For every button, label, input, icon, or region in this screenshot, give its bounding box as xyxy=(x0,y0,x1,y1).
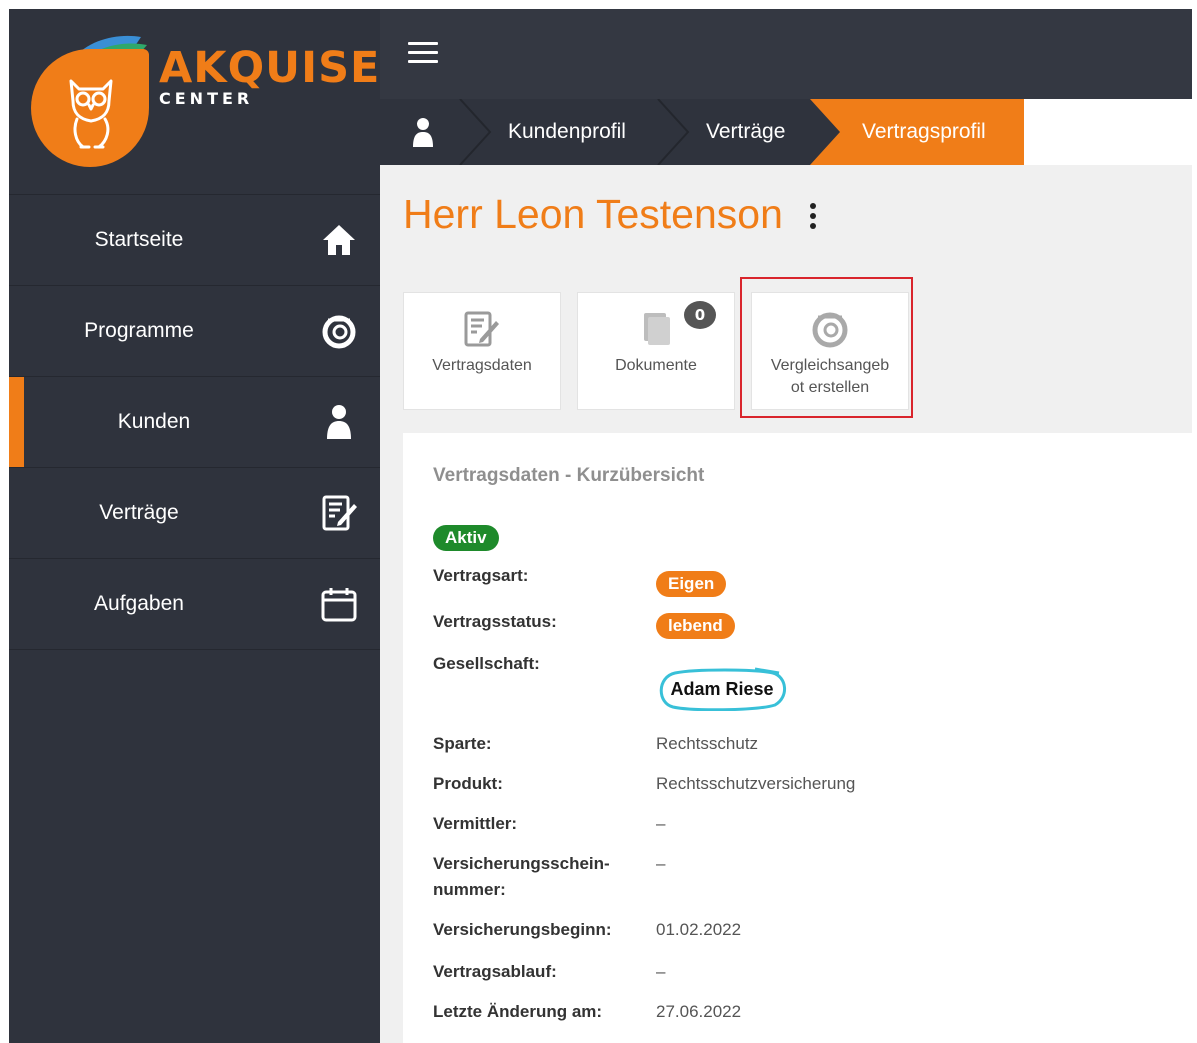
contract-edit-icon xyxy=(322,495,357,531)
sidebar-item-aufgaben[interactable]: Aufgaben xyxy=(9,559,380,650)
field-value-letzte-aenderung: 27.06.2022 xyxy=(656,1002,742,1021)
tile-label: Vertragsdaten xyxy=(432,357,532,374)
company-name: Adam Riese xyxy=(670,679,774,699)
more-options-icon[interactable] xyxy=(808,203,818,233)
app-window: AKQUISE CENTER Startseite Programme Kund… xyxy=(9,9,1192,1043)
field-label-versicherungsbeginn: Versicherungsbeginn: xyxy=(433,920,612,939)
sidebar-item-startseite[interactable]: Startseite xyxy=(9,195,380,286)
home-icon xyxy=(323,225,355,255)
field-label-versicherungsschein: Versicherungsschein- xyxy=(433,854,610,873)
status-badge: Aktiv xyxy=(433,525,499,551)
sidebar-item-label: Startseite xyxy=(94,228,184,251)
field-label-produkt: Produkt: xyxy=(433,774,503,793)
field-label-vertragsablauf: Vertragsablauf: xyxy=(433,962,557,981)
breadcrumb-separator-icon xyxy=(459,99,492,165)
brand-sub: CENTER xyxy=(159,89,254,108)
tile-label: Dokumente xyxy=(615,357,697,374)
sidebar-item-vertraege[interactable]: Verträge xyxy=(9,468,380,559)
active-indicator xyxy=(9,377,24,467)
field-value-sparte: Rechtsschutz xyxy=(656,734,759,753)
document-count-badge: 0 xyxy=(684,301,716,329)
vertragsart-badge: Eigen xyxy=(656,571,727,597)
sidebar-item-programme[interactable]: Programme xyxy=(9,286,380,377)
field-value-produkt: Rechtsschutzversicherung xyxy=(656,774,856,793)
company-logo: Adam Riese xyxy=(655,667,789,711)
breadcrumb-vertraege[interactable]: Verträge xyxy=(706,99,785,165)
contract-edit-icon xyxy=(464,311,499,347)
panel-title: Vertragsdaten - Kurzübersicht xyxy=(433,465,705,486)
field-label-vermittler: Vermittler: xyxy=(433,814,518,833)
sidebar-item-kunden[interactable]: Kunden xyxy=(9,377,380,468)
breadcrumb-kundenprofil[interactable]: Kundenprofil xyxy=(508,99,626,165)
field-value-versicherungsbeginn: 01.02.2022 xyxy=(656,920,742,939)
tile-dokumente[interactable]: 0 Dokumente xyxy=(577,292,735,410)
breadcrumb: Kundenprofil Verträge Vertragsprofil xyxy=(380,99,1192,165)
tile-vergleichsangebot-erstellen[interactable]: Vergleichsangeb ot erstellen xyxy=(751,292,909,410)
field-label-versicherungsschein-cont: nummer: xyxy=(433,880,506,899)
field-label-gesellschaft: Gesellschaft: xyxy=(433,654,540,673)
sidebar: AKQUISE CENTER Startseite Programme Kund… xyxy=(9,9,380,1043)
sidebar-item-label: Verträge xyxy=(99,501,179,524)
breadcrumb-vertragsprofil[interactable]: Vertragsprofil xyxy=(862,99,986,165)
vertragsstatus-badge: lebend xyxy=(656,613,735,639)
documents-icon xyxy=(644,313,670,345)
field-value-vermittler: – xyxy=(656,814,666,833)
ring-icon xyxy=(812,312,848,348)
user-icon[interactable] xyxy=(412,117,434,147)
user-icon xyxy=(327,405,351,439)
owl-icon xyxy=(69,79,113,149)
field-value-vertragsablauf: – xyxy=(656,962,666,981)
ring-icon xyxy=(322,315,356,349)
contract-summary-panel: Vertragsdaten - Kurzübersicht Aktiv Vert… xyxy=(403,433,1192,1043)
field-label-vertragsstatus: Vertragsstatus: xyxy=(433,612,557,631)
breadcrumb-separator-icon xyxy=(657,99,690,165)
field-label-sparte: Sparte: xyxy=(433,734,492,753)
sidebar-item-label: Kunden xyxy=(117,410,191,433)
calendar-icon xyxy=(321,588,357,622)
sidebar-item-label: Aufgaben xyxy=(94,592,184,615)
tile-vertragsdaten[interactable]: Vertragsdaten xyxy=(403,292,561,410)
menu-toggle-icon[interactable] xyxy=(408,42,438,66)
field-label-letzte-aenderung: Letzte Änderung am: xyxy=(433,1002,603,1021)
logo[interactable]: AKQUISE CENTER xyxy=(9,9,380,195)
brand-name: AKQUISE xyxy=(159,43,381,93)
field-label-vertragsart: Vertragsart: xyxy=(433,566,529,585)
page-title: Herr Leon Testenson xyxy=(403,191,783,237)
top-bar xyxy=(380,9,1192,99)
sidebar-item-label: Programme xyxy=(84,319,194,342)
tile-label: Vergleichsangeb ot erstellen xyxy=(770,357,890,396)
field-value-versicherungsschein: – xyxy=(656,854,666,873)
